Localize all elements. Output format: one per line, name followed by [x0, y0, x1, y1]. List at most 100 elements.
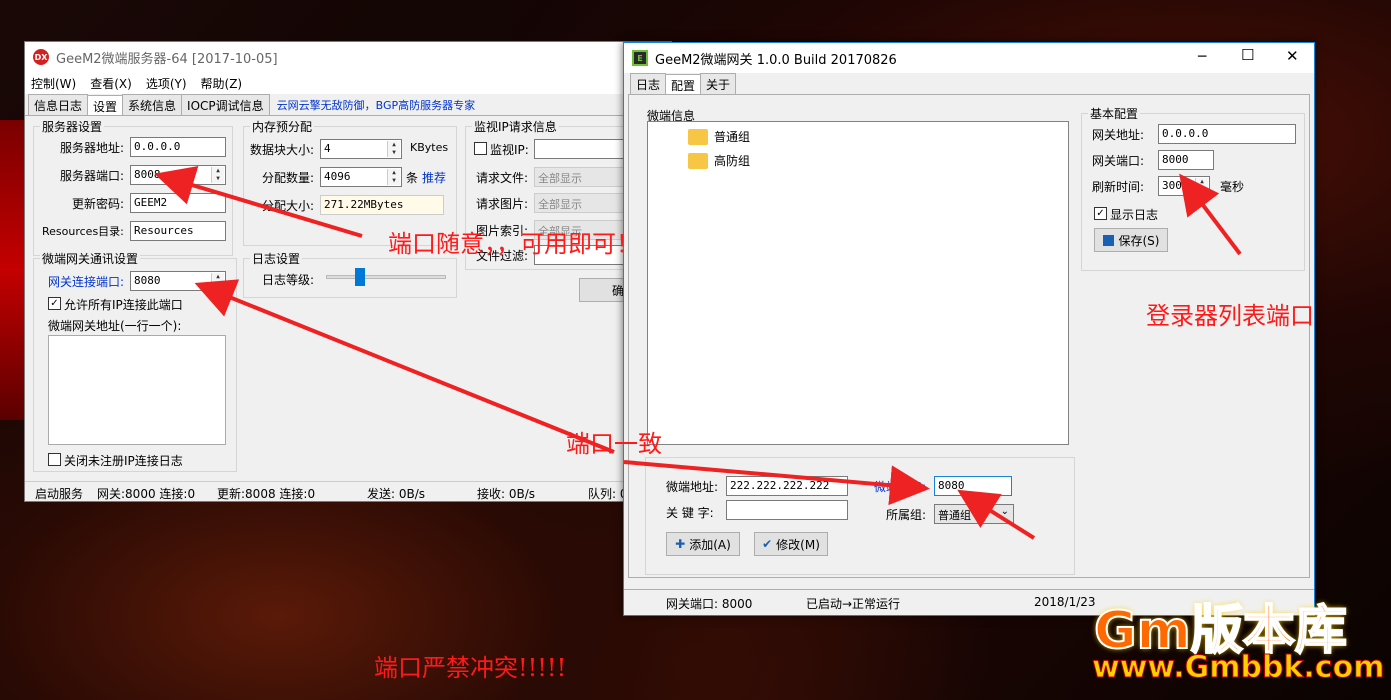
- block-size-input[interactable]: 4 ▲ ▼: [320, 139, 402, 159]
- log-level-label: 日志等级:: [262, 273, 315, 287]
- keyword-input[interactable]: [726, 500, 848, 520]
- server-titlebar: DX GeeM2微端服务器-64 [2017-10-05]: [25, 42, 671, 72]
- status-port: 网关端口: 8000: [666, 597, 753, 611]
- gateway-addr-textarea[interactable]: [48, 335, 226, 445]
- monitor-ip-checkbox[interactable]: [474, 142, 487, 155]
- spinner-icon[interactable]: ▲ ▼: [211, 167, 224, 183]
- menu-options[interactable]: 选项(Y): [146, 75, 187, 92]
- maximize-icon[interactable]: ☐: [1241, 46, 1254, 64]
- server-title: GeeM2微端服务器-64 [2017-10-05]: [56, 51, 278, 67]
- gateway-titlebar: E GeeM2微端网关 1.0.0 Build 20170826 ─ ☐ ✕: [624, 43, 1314, 73]
- folder-icon: [688, 152, 708, 169]
- gateway-port-label: 网关连接端口:: [48, 275, 125, 289]
- gateway-addr-label: 网关地址:: [1092, 128, 1145, 142]
- menu-view[interactable]: 查看(X): [90, 75, 132, 92]
- add-label: 添加(A): [689, 537, 731, 552]
- log-settings-group: 日志设置 日志等级:: [243, 250, 457, 298]
- desktop-wallpaper-accent: [0, 120, 24, 420]
- gateway-title: GeeM2微端网关 1.0.0 Build 20170826: [655, 52, 897, 68]
- close-icon[interactable]: ✕: [1286, 47, 1299, 65]
- keyword-label: 关 键 字:: [666, 506, 714, 520]
- config-panel: 微端信息 普通组 高防组 微端地址: 222.222.222.222 关 键 字…: [628, 94, 1310, 578]
- update-pwd-label: 更新密码:: [72, 197, 125, 211]
- status-update: 更新:8008 连接:0: [217, 487, 316, 501]
- alloc-size-value: 271.22MBytes: [320, 195, 444, 215]
- watermark-url: www.Gmbbk.com: [1091, 650, 1385, 686]
- gateway-port-value: 8080: [134, 274, 161, 287]
- server-menubar: 控制(W) 查看(X) 选项(Y) 帮助(Z): [25, 72, 671, 94]
- alloc-count-input[interactable]: 4096 ▲ ▼: [320, 167, 402, 187]
- add-button[interactable]: ✚ 添加(A): [666, 532, 740, 556]
- modify-button[interactable]: ✔ 修改(M): [754, 532, 828, 556]
- tree-item-ddos[interactable]: 高防组: [688, 152, 750, 169]
- tab-iocp-debug[interactable]: IOCP调试信息: [181, 94, 270, 115]
- folder-icon: [688, 128, 708, 145]
- alloc-count-label: 分配数量:: [262, 171, 315, 185]
- monitor-ip-label: 监视IP:: [490, 143, 529, 157]
- show-log-label: 显示日志: [1110, 208, 1159, 222]
- micro-port-input[interactable]: 8080: [934, 476, 1012, 496]
- group-title: 微端网关通讯设置: [40, 250, 141, 267]
- menu-control[interactable]: 控制(W): [31, 75, 76, 92]
- status-state: 启动服务: [35, 487, 84, 501]
- gateway-port-input[interactable]: 8000: [1158, 150, 1214, 170]
- chevron-down-icon: ⌄: [1000, 506, 1009, 517]
- close-log-checkbox[interactable]: [48, 453, 61, 466]
- tab-log[interactable]: 日志: [630, 73, 667, 94]
- request-file-label: 请求文件:: [476, 171, 529, 185]
- show-log-checkbox[interactable]: ✓: [1094, 207, 1107, 220]
- server-port-input[interactable]: 8008 ▲ ▼: [130, 165, 226, 185]
- menu-help[interactable]: 帮助(Z): [201, 75, 243, 92]
- status-date: 2018/1/23: [1034, 595, 1096, 609]
- recommend-link[interactable]: 推荐: [422, 169, 446, 186]
- gateway-comm-group: 微端网关通讯设置 网关连接端口: 8080 ▲ ▼ ✓ 允许所有IP连接此端口 微端…: [33, 250, 237, 472]
- group-select[interactable]: 普通组 ⌄: [934, 504, 1014, 524]
- close-log-label: 关闭未注册IP连接日志: [64, 454, 183, 468]
- status-send: 发送: 0B/s: [367, 487, 426, 501]
- gateway-port-input[interactable]: 8080 ▲ ▼: [130, 271, 226, 291]
- annotation-no-conflict: 端口严禁冲突!!!!!: [374, 654, 567, 682]
- refresh-value: 3000: [1162, 179, 1189, 192]
- block-size-value: 4: [324, 142, 331, 155]
- gateway-addr-input[interactable]: 0.0.0.0: [1158, 124, 1296, 144]
- spinner-icon[interactable]: ▲ ▼: [211, 273, 224, 289]
- allow-all-checkbox[interactable]: ✓: [48, 297, 61, 310]
- tab-info-log[interactable]: 信息日志: [28, 94, 89, 115]
- alloc-count-value: 4096: [324, 170, 351, 183]
- server-addr-input[interactable]: 0.0.0.0: [130, 137, 226, 157]
- allow-all-label: 允许所有IP连接此端口: [64, 298, 183, 312]
- watermark-logo: Gm版本库 www.Gmbbk.com: [1090, 588, 1386, 696]
- slider-thumb[interactable]: [354, 268, 365, 286]
- spinner-icon[interactable]: ▲ ▼: [387, 169, 400, 185]
- basic-config-group: 基本配置 网关地址: 0.0.0.0 网关端口: 8000 刷新时间: 3000…: [1081, 105, 1305, 271]
- spinner-icon[interactable]: ▲ ▼: [1195, 178, 1208, 194]
- check-icon: ✔: [762, 537, 773, 551]
- tab-config[interactable]: 配置: [665, 74, 702, 94]
- gateway-tabs: 日志 配置 关于: [624, 73, 1314, 94]
- app-icon: E: [632, 50, 648, 66]
- resources-label: Resources目录:: [42, 225, 124, 238]
- status-gateway: 网关:8000 连接:0: [97, 487, 196, 501]
- annotation-any-port: 端口随意，，可用即可！: [388, 230, 640, 258]
- micro-addr-input[interactable]: 222.222.222.222: [726, 476, 848, 496]
- log-level-slider[interactable]: [326, 268, 446, 286]
- save-button[interactable]: 保存(S): [1094, 228, 1168, 252]
- app-icon: DX: [33, 49, 49, 65]
- spinner-icon[interactable]: ▲ ▼: [387, 141, 400, 157]
- server-statusbar: 启动服务 网关:8000 连接:0 更新:8008 连接:0 发送: 0B/s …: [25, 481, 671, 501]
- minimize-icon[interactable]: ─: [1198, 49, 1206, 65]
- tree-item-normal[interactable]: 普通组: [688, 128, 750, 145]
- update-pwd-input[interactable]: GEEM2: [130, 193, 226, 213]
- group-title: 内存预分配: [250, 118, 315, 135]
- refresh-input[interactable]: 3000 ▲ ▼: [1158, 176, 1210, 196]
- tab-system-info[interactable]: 系统信息: [122, 94, 183, 115]
- tab-settings[interactable]: 设置: [87, 95, 124, 115]
- banner-link[interactable]: 云网云擎无敌防御，BGP高防服务器专家: [277, 97, 476, 115]
- tab-about[interactable]: 关于: [700, 73, 737, 94]
- resources-input[interactable]: Resources: [130, 221, 226, 241]
- group-title: 监视IP请求信息: [472, 118, 559, 135]
- status-state: 已启动→正常运行: [806, 597, 901, 611]
- annotation-list-port: 登录器列表端口: [1146, 302, 1314, 330]
- block-unit: KBytes: [410, 141, 449, 154]
- addr-list-label: 微端网关地址(一行一个):: [48, 319, 182, 333]
